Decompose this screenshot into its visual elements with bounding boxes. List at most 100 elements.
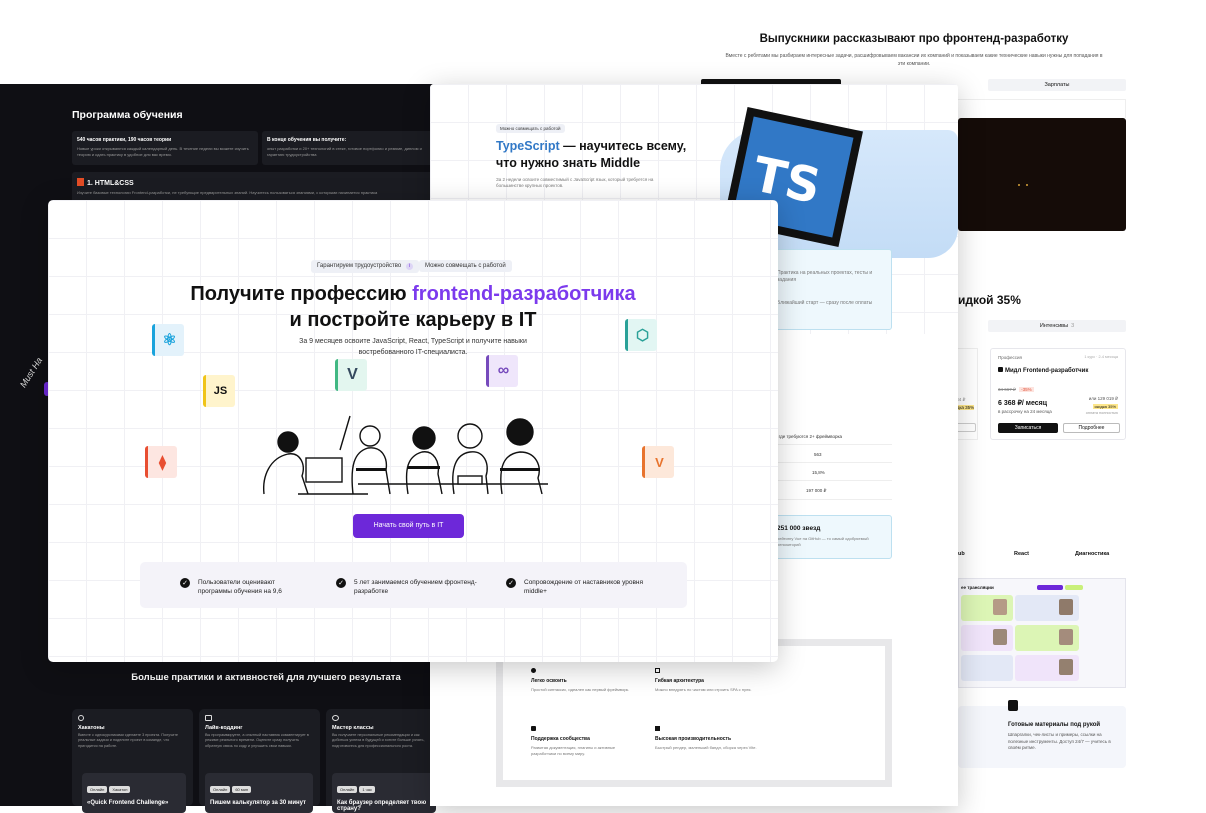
materials-text: Шпаргалки, чек-листы и примеры, ссылки н… [1008,732,1111,751]
table-row: 563 [766,445,892,463]
vue-feature-text: Быстрый рендер, маленький бандл, сборка … [655,745,757,750]
check-icon: ✓ [336,578,346,588]
practice-inner-title: Пишем калькулятор за 30 минут [210,800,306,806]
vue-feature: Гибкая архитектура Можно внедрять по час… [655,668,765,693]
notebook-icon [1008,700,1018,711]
arrows-icon [655,668,660,673]
program-box-2: В конце обучения вы получите: опыт разра… [262,131,436,165]
github-box: 251 000 звезд рейтингу Vue на GitHub — т… [766,515,892,559]
layers-icon [655,726,660,731]
tag: Онлайн [210,786,231,793]
avatar [1059,659,1073,675]
module-1-label: 1. HTML&CSS [87,180,134,187]
pricing-left-card: 5 434 ₽ скидка 35% [950,348,978,440]
nodejs-icon: ⬡ [625,319,657,351]
feature-item: ✓ Сопровождение от наставников уровня mi… [506,578,644,596]
ts-info-box: Практика на реальных проектах, тесты и з… [766,249,892,330]
card-alt-badge: скидка 35% [1092,404,1118,409]
streams-banner: ее трансляции [958,578,1126,688]
practice-card-live-coding[interactable]: Лайв-коддинг Вы программируете, а опытны… [199,709,320,813]
users-icon [78,715,84,721]
video-frame [952,99,1126,118]
discount-title: идкой 35% [958,293,1021,307]
card-title: Мидл Frontend-разработчик [998,367,1088,374]
program-box-1: 540 часов практики, 190 часов теории Нов… [72,131,258,165]
shield-icon [531,726,536,731]
card-old-price: 34 667 ₽ -35% [998,387,1034,393]
old-price-value: 34 667 ₽ [998,387,1016,392]
feature-item: ✓ Пользователи оценивают программы обуче… [180,578,294,596]
card-installment: в рассрочку на 24 месяца [998,409,1052,414]
vue-features-inner: Легко освоить Простой синтаксис, идеален… [503,646,885,780]
react-icon: ⚛ [152,324,184,356]
javascript-icon: JS [203,375,235,407]
vue-feature-title: Легко освоить [531,678,567,684]
practice-card-master-classes[interactable]: Мастер классы Вы получаете персональные … [326,709,436,813]
more-button[interactable]: Подробнее [1063,423,1120,433]
framework-tab-2[interactable]: React [1014,551,1029,557]
practice-card-title: Хакатоны [78,725,105,731]
table-row: 197 000 ₽ [766,481,892,500]
stats-table: низм, где требуются 2+ фреймворка 563 15… [766,434,892,500]
ts-title-accent: TypeScript [496,139,560,153]
avatar [993,629,1007,645]
github-stars: 251 000 звезд [777,525,821,532]
banner-tag-1 [1037,585,1063,590]
card-alt-note: оплата полностью [1085,411,1118,415]
vite-icon: V [642,446,674,478]
card-title-icon [998,367,1003,372]
people-icon [332,715,339,721]
pricing-card: Профессия 1 курс · 2-4 месяца Мидл Front… [990,348,1126,440]
vue-feature-title: Гибкая архитектура [655,678,704,684]
tag: 60 мин [232,786,252,793]
vue-icon: V [335,359,367,391]
module-1-title: 1. HTML&CSS [77,178,431,187]
ts-description: За 2 недели освоите совместимый с JavaSc… [496,177,654,189]
features-bar: ✓ Пользователи оценивают программы обуче… [140,562,687,608]
vue-feature-text: Развитая документация, плагины и активны… [531,745,616,756]
avatar [993,599,1007,615]
stream-card-5 [961,655,1013,681]
vue-feature: Поддержка сообщества Развитая документац… [531,726,641,756]
tag: 1 час [359,786,375,793]
vue-feature: Легко освоить Простой синтаксис, идеален… [531,668,641,693]
check-icon: ✓ [180,578,190,588]
practice-card-text: Вместе с однокурсниками сделаете 3 проек… [78,733,179,748]
module-1-text: Изучите базовые технологии Frontend-разр… [77,190,378,195]
card-price: 6 368 ₽/ месяц [998,400,1048,407]
hero-chip-1: Гарантируем трудоустройство i [311,260,419,273]
vue-feature-text: Простой синтаксис, идеален как первый фр… [531,687,630,692]
feature-text: Пользователи оценивают программы обучени… [198,579,282,596]
ts-chip: Можно совмещать с работой [496,124,565,133]
old-price-pct: -35% [1019,387,1034,392]
practice-inner-title: Как браузер определяет твою страну? [337,800,427,812]
practice-card-text: Вы получаете персональные рекомендации и… [332,733,425,748]
practice-inner-card: Онлайн Хакатон «Quick Frontend Challenge» [82,773,186,813]
tab-salaries[interactable]: Зарплаты [988,79,1126,91]
practice-card-title: Лайв-коддинг [205,725,243,731]
card-label: Профессия [998,355,1022,360]
hero-chip-2: Можно совмещать с работой [419,260,512,272]
video-player[interactable] [958,118,1126,231]
redux-icon: ∞ [486,355,518,387]
feature-text: Сопровождение от наставников уровня midd… [524,579,644,596]
framework-tab-3[interactable]: Диагностика [1075,551,1109,557]
avatar [1059,599,1073,615]
git-icon: ⧫ [145,446,177,478]
html5-icon [77,178,84,186]
practice-card-hackathons[interactable]: Хакатоны Вместе с однокурсниками сделает… [72,709,193,813]
practice-card-title: Мастер классы [332,725,374,731]
graduates-title: Выпускники рассказывают про фронтенд-раз… [759,33,1069,45]
materials-card-inner: Готовые материалы под рукой Шпаргалки, ч… [990,700,1126,768]
materials-title: Готовые материалы под рукой [1008,722,1101,728]
box1-text: Новые уроки открываются каждый календарн… [77,146,249,157]
check-icon: ✓ [506,578,516,588]
hero-title-accent: frontend-разработчика [412,283,636,305]
framework-tab-1[interactable]: ub [958,551,965,557]
vue-feature: Высокая производительность Быстрый ренде… [655,726,765,751]
enroll-button[interactable]: Записаться [998,423,1058,433]
feature-item: ✓ 5 лет занимаемся обучением фронтенд-ра… [336,578,480,596]
tab-intensives[interactable]: Интенсивы 3 [988,320,1126,332]
feature-text: 5 лет занимаемся обучением фронтенд-разр… [354,579,477,596]
start-path-button[interactable]: Начать свой путь в IT [353,514,464,538]
